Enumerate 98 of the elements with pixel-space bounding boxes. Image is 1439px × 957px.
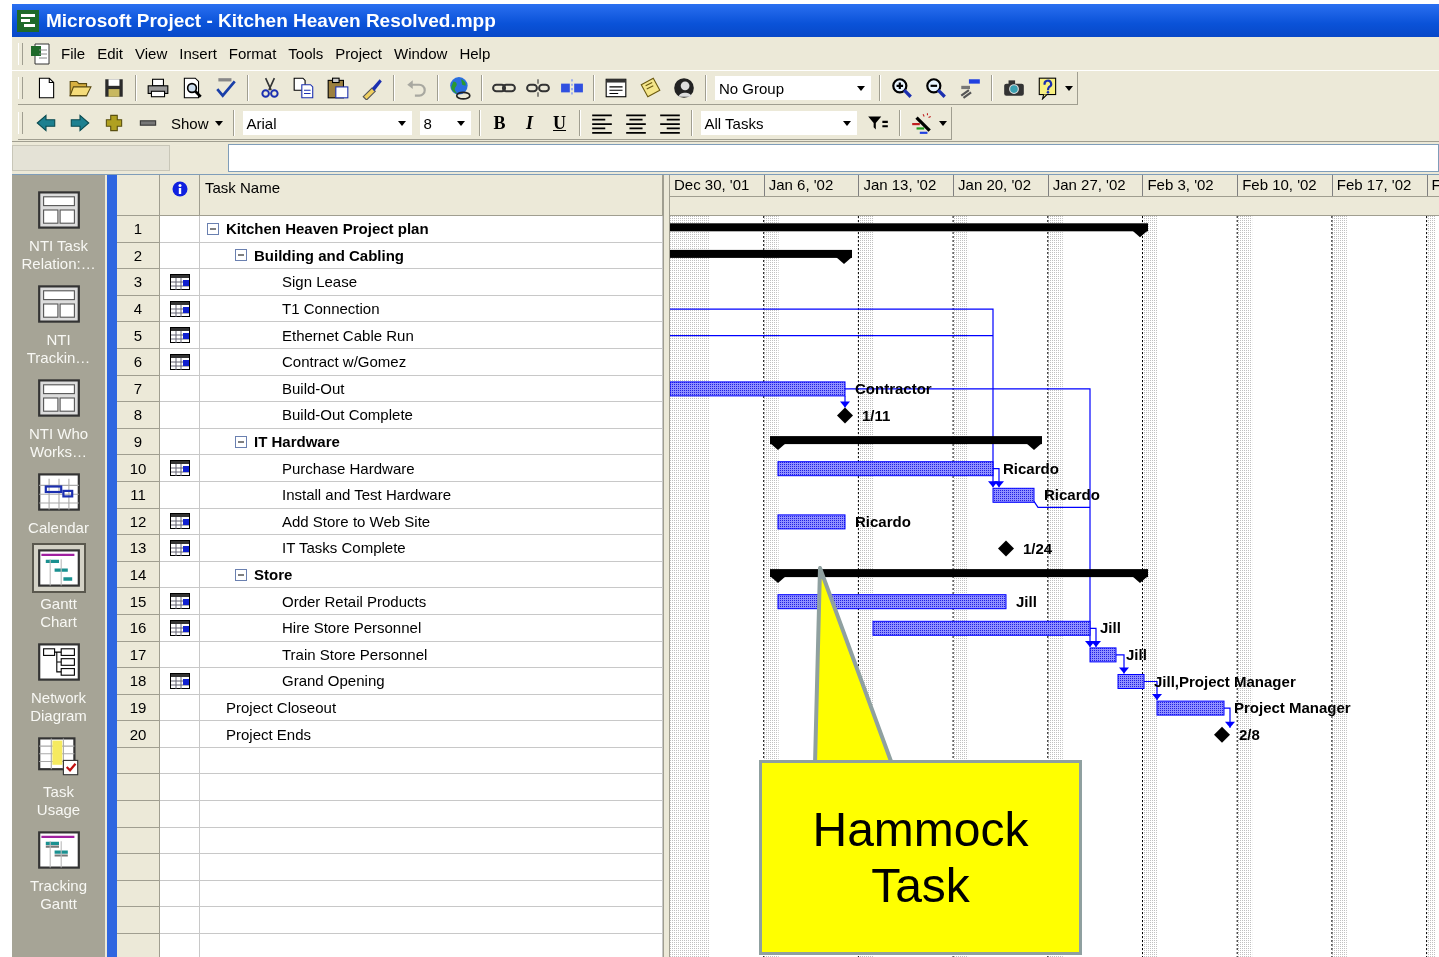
task-name-cell[interactable]: Contract w/Gomez <box>200 348 663 376</box>
task-name-cell[interactable]: Building and Cabling <box>200 242 663 270</box>
font-dropdown[interactable]: Arial <box>242 111 412 135</box>
task-name: Install and Test Hardware <box>282 486 451 504</box>
task-name-cell[interactable]: Project Closeout <box>200 694 663 722</box>
font-size-dropdown[interactable]: 8 <box>419 111 471 135</box>
resource-label: Jill <box>1126 645 1147 663</box>
task-name: Hire Store Personnel <box>282 619 422 637</box>
row-number-cell[interactable]: 12 <box>117 508 160 536</box>
row-number-cell[interactable]: 14 <box>117 561 160 589</box>
group-dropdown[interactable]: No Group <box>715 76 871 100</box>
menu-item[interactable]: Tools <box>282 43 330 64</box>
window-title: Microsoft Project - Kitchen Heaven Resolved.mpp <box>46 9 496 32</box>
row-number-cell[interactable]: 20 <box>117 721 160 748</box>
task-name-cell[interactable]: Grand Opening <box>200 668 663 695</box>
task-name: Train Store Personnel <box>282 645 428 663</box>
task-name: Add Store to Web Site <box>282 512 431 530</box>
task-name-cell[interactable]: Ethernet Cable Run <box>200 322 663 349</box>
task-name-cell[interactable]: IT Tasks Complete <box>200 535 663 562</box>
row-number-cell[interactable]: 13 <box>117 535 160 562</box>
task-name: Build-Out <box>282 379 345 397</box>
row-number-cell[interactable]: 4 <box>117 295 160 323</box>
italic-button[interactable]: I <box>514 110 545 136</box>
timescale-label: Jan 20, '02 <box>958 176 1031 193</box>
menu-item[interactable]: Format <box>222 43 283 64</box>
task-name: Ethernet Cable Run <box>282 326 414 344</box>
task-name: Project Closeout <box>226 699 337 716</box>
row-number-cell[interactable]: 17 <box>117 641 160 669</box>
menu-item[interactable]: View <box>129 43 174 64</box>
timescale-label: Jan 27, '02 <box>1052 176 1126 193</box>
show-button[interactable]: Show <box>165 114 229 132</box>
task-name-cell[interactable]: IT Hardware <box>200 428 663 456</box>
task-name-cell[interactable]: Build-Out <box>200 375 663 403</box>
task-name-cell[interactable]: Kitchen Heaven Project plan <box>200 216 663 243</box>
row-number-cell[interactable]: 16 <box>117 614 160 642</box>
date-label: 2/8 <box>1239 725 1260 743</box>
task-name: Build-Out Complete <box>282 406 413 424</box>
row-number-cell[interactable]: 18 <box>117 668 160 695</box>
underline-button[interactable]: U <box>544 110 575 136</box>
date-label: 1/24 <box>1023 539 1053 557</box>
task-name: Project Ends <box>226 725 312 743</box>
task-name: Purchase Hardware <box>282 459 415 477</box>
column-header[interactable]: Task Name <box>200 179 281 196</box>
timescale-label: Dec 30, '01 <box>674 176 750 193</box>
task-name: Kitchen Heaven Project plan <box>226 220 429 238</box>
task-name-cell[interactable]: Train Store Personnel <box>200 641 663 669</box>
menu-item[interactable]: Project <box>329 43 389 64</box>
task-name-cell[interactable]: Sign Lease <box>200 269 663 296</box>
timescale-label: Jan 6, '02 <box>768 176 834 193</box>
task-name-cell[interactable]: Purchase Hardware <box>200 455 663 482</box>
row-number-cell[interactable]: 8 <box>117 402 160 429</box>
timescale-label: Feb 10, '02 <box>1242 176 1317 193</box>
row-number-cell[interactable]: 1 <box>117 216 160 243</box>
row-number-cell[interactable]: 9 <box>117 428 160 456</box>
resource-label: Jill,Project Manager <box>1154 672 1296 690</box>
task-name: Grand Opening <box>282 672 385 690</box>
row-number-cell[interactable]: 15 <box>117 588 160 615</box>
task-name-cell[interactable]: Order Retail Products <box>200 588 663 615</box>
task-name: Contract w/Gomez <box>282 353 407 371</box>
task-name: T1 Connection <box>282 300 380 318</box>
resource-label: Ricardo <box>855 512 911 530</box>
timescale-label: Feb 3, '02 <box>1147 176 1214 193</box>
resource-label: Ricardo <box>1003 459 1059 477</box>
task-name-cell[interactable]: Store <box>200 561 663 589</box>
task-name-cell[interactable]: Add Store to Web Site <box>200 508 663 536</box>
row-number-cell[interactable]: 2 <box>117 242 160 270</box>
task-name: Store <box>254 566 293 583</box>
task-name-cell[interactable]: Build-Out Complete <box>200 402 663 429</box>
menu-item[interactable]: Help <box>453 43 497 64</box>
task-name-cell[interactable]: Install and Test Hardware <box>200 481 663 509</box>
resource-label: Jill <box>1100 619 1121 637</box>
timescale-label: Jan 13, '02 <box>863 176 937 193</box>
task-name: Order Retail Products <box>282 592 427 610</box>
task-name-cell[interactable]: Hire Store Personnel <box>200 614 663 642</box>
menu-item[interactable]: Window <box>388 43 454 64</box>
resource-label: Jill <box>1016 592 1037 610</box>
filter-dropdown[interactable]: All Tasks <box>700 111 857 135</box>
task-name: Sign Lease <box>282 273 358 291</box>
row-number-cell[interactable]: 5 <box>117 322 160 349</box>
row-number-cell[interactable]: 6 <box>117 348 160 376</box>
task-name: Building and Cabling <box>254 246 404 264</box>
resource-label: Project Manager <box>1234 699 1351 717</box>
task-name: IT Tasks Complete <box>282 539 406 557</box>
row-number-cell[interactable]: 19 <box>117 694 160 722</box>
row-number-cell[interactable]: 11 <box>117 481 160 509</box>
menu-item[interactable]: Edit <box>91 43 130 64</box>
menu-item[interactable]: File <box>55 43 92 64</box>
row-number-cell[interactable]: 7 <box>117 375 160 403</box>
task-name-cell[interactable]: T1 Connection <box>200 295 663 323</box>
task-name: IT Hardware <box>254 433 340 451</box>
timescale-label: Feb 17, '02 <box>1336 176 1412 193</box>
row-number-cell[interactable]: 3 <box>117 269 160 296</box>
menu-item[interactable]: Insert <box>173 43 223 64</box>
date-label: 1/11 <box>862 406 891 424</box>
bold-button[interactable]: B <box>484 110 515 136</box>
task-name-cell[interactable]: Project Ends <box>200 721 663 748</box>
callout-box: Hammock Task <box>759 760 1082 955</box>
row-number-cell[interactable]: 10 <box>117 455 160 482</box>
